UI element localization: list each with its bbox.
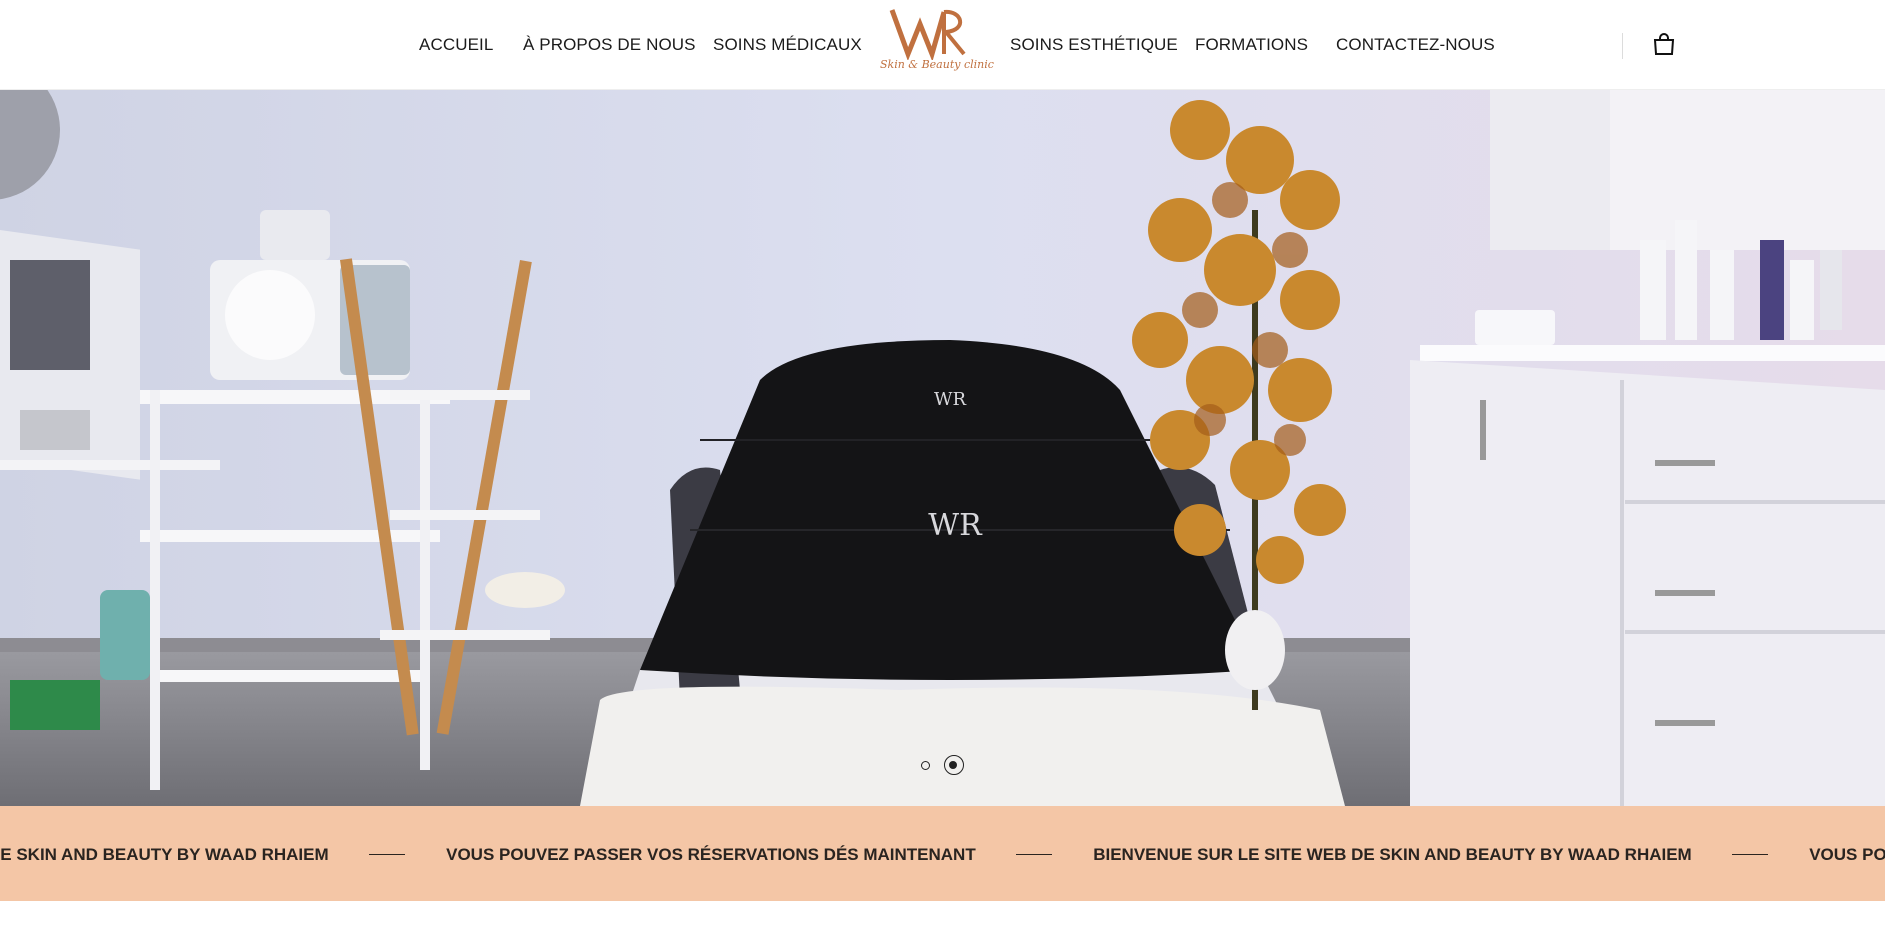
- hero-slider: WR WR: [0, 90, 1885, 806]
- nav-contactez-nous[interactable]: CONTACTEZ-NOUS: [1336, 35, 1495, 55]
- cart-button[interactable]: [1652, 32, 1676, 56]
- marquee-item: DE SKIN AND BEAUTY BY WAAD RHAIEM: [0, 844, 329, 864]
- logo-tagline: Skin & Beauty clinic: [880, 58, 994, 71]
- announcement-marquee: DE SKIN AND BEAUTY BY WAAD RHAIEM VOUS P…: [0, 806, 1885, 901]
- nav-soins-medicaux[interactable]: SOINS MÉDICAUX: [713, 35, 862, 55]
- nav-accueil[interactable]: ACCUEIL: [419, 35, 493, 55]
- slider-dot-2[interactable]: [943, 755, 964, 775]
- marquee-separator: [1016, 853, 1053, 856]
- marquee-separator: [1732, 853, 1769, 856]
- slider-dots: [0, 755, 1885, 775]
- nav-soins-esthetique[interactable]: SOINS ESTHÉTIQUE: [1010, 35, 1178, 55]
- headrest-monogram: WR: [934, 389, 967, 410]
- header-divider: [1622, 33, 1623, 59]
- towel-monogram: WR: [928, 508, 983, 543]
- marquee-item: VOUS POUVEZ PASSER VOS RÉS: [1809, 844, 1885, 864]
- wr-monogram-icon: [889, 9, 966, 60]
- hero-image: WR WR: [0, 90, 1885, 806]
- marquee-item: BIENVENUE SUR LE SITE WEB DE SKIN AND BE…: [1093, 844, 1692, 864]
- site-header: ACCUEIL À PROPOS DE NOUS SOINS MÉDICAUX …: [0, 0, 1885, 90]
- nav-a-propos[interactable]: À PROPOS DE NOUS: [523, 35, 696, 55]
- brand-logo[interactable]: Skin & Beauty clinic: [880, 4, 994, 84]
- marquee-separator: [369, 853, 406, 856]
- marquee-item: VOUS POUVEZ PASSER VOS RÉSERVATIONS DÉS …: [446, 844, 976, 864]
- marquee-track: DE SKIN AND BEAUTY BY WAAD RHAIEM VOUS P…: [0, 844, 1885, 865]
- slider-dot-1[interactable]: [921, 760, 931, 770]
- nav-formations[interactable]: FORMATIONS: [1195, 35, 1308, 55]
- shopping-bag-icon: [1653, 33, 1675, 55]
